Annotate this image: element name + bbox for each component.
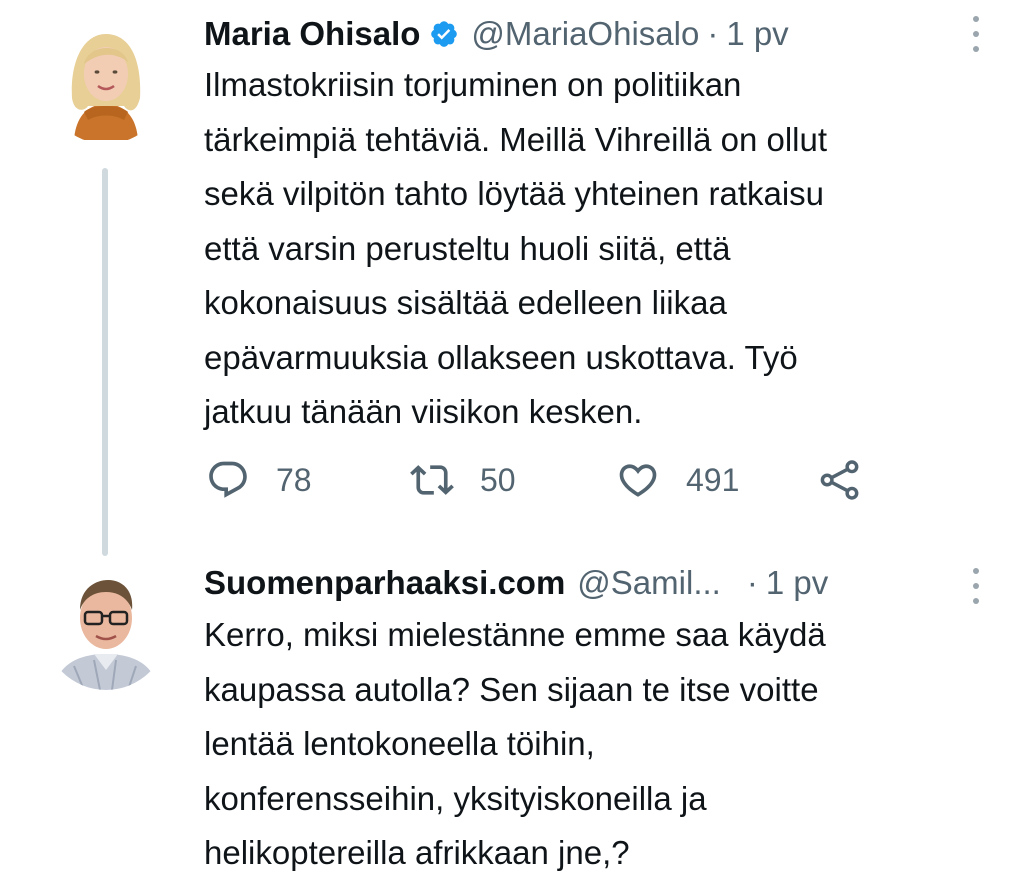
heart-icon — [616, 458, 660, 502]
timestamp[interactable]: 1 pv — [726, 15, 788, 53]
separator-dot: · — [746, 564, 758, 601]
tweet-text: Kerro, miksi mielestänne emme saa käydä … — [204, 616, 826, 871]
tweet-actions: 78 50 491 — [206, 452, 886, 508]
like-button[interactable]: 491 — [616, 452, 739, 508]
tweet-header: Suomenparhaaksi.com @Samil... · 1 pv — [204, 558, 984, 608]
more-vertical-icon[interactable] — [970, 16, 982, 52]
display-name[interactable]: Maria Ohisalo — [204, 15, 420, 53]
separator-dot: · — [707, 15, 719, 52]
handle[interactable]: @Samil... — [577, 564, 721, 602]
thread-line — [102, 168, 108, 556]
avatar[interactable] — [44, 20, 168, 144]
retweet-count: 50 — [480, 461, 516, 498]
tweet-header: Maria Ohisalo @MariaOhisalo · 1 pv — [204, 9, 984, 59]
share-button[interactable] — [818, 452, 862, 508]
more-vertical-icon[interactable] — [970, 568, 982, 604]
timestamp[interactable]: 1 pv — [766, 564, 828, 602]
retweet-icon — [410, 458, 454, 502]
handle[interactable]: @MariaOhisalo — [471, 15, 699, 53]
share-icon — [818, 458, 862, 502]
avatar[interactable] — [44, 566, 168, 690]
reply-button[interactable]: 78 — [206, 452, 312, 508]
display-name[interactable]: Suomenparhaaksi.com — [204, 564, 565, 602]
verified-badge-icon — [429, 19, 459, 49]
like-count: 491 — [686, 461, 740, 498]
reply-count: 78 — [276, 461, 312, 498]
reply-icon — [206, 458, 250, 502]
tweet[interactable]: Maria Ohisalo @MariaOhisalo · 1 pv Ilmas… — [0, 0, 1024, 560]
tweet-text: Ilmastokriisin torjuminen on politiikan … — [204, 66, 828, 430]
retweet-button[interactable]: 50 — [410, 452, 516, 508]
tweet[interactable]: Suomenparhaaksi.com @Samil... · 1 pv Ker… — [0, 560, 1024, 892]
